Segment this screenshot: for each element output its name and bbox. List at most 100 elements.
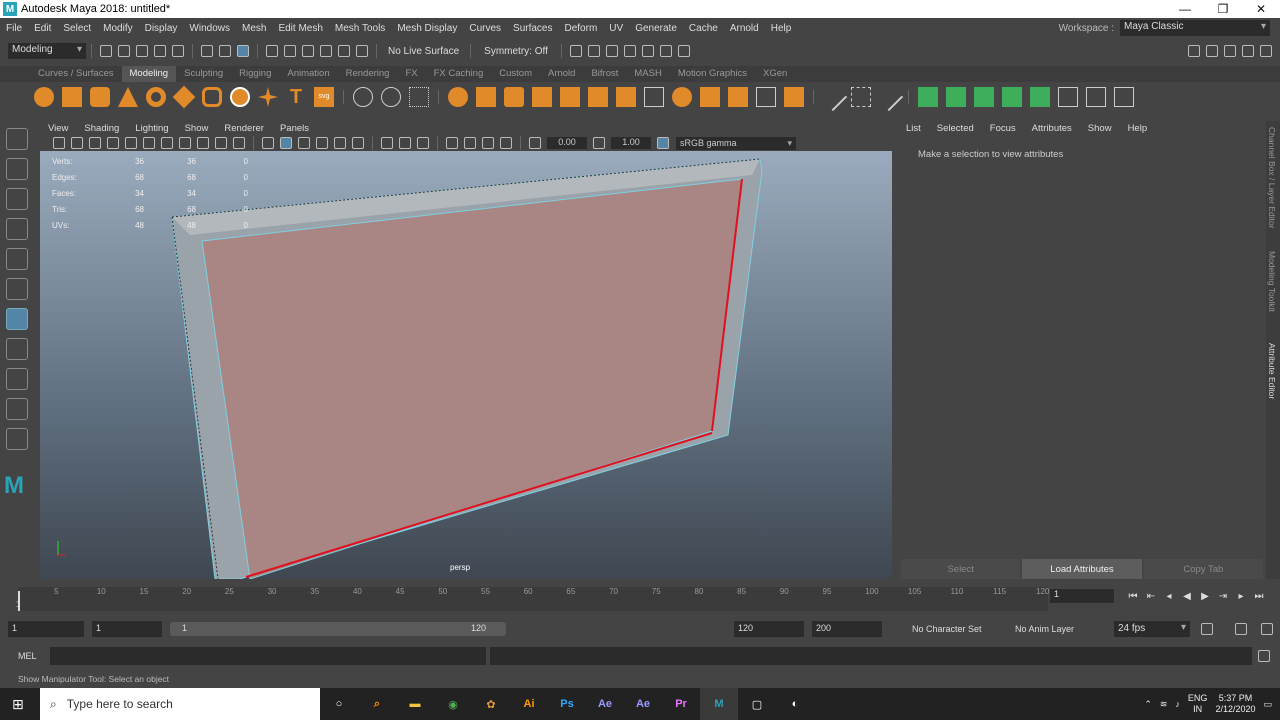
menu-mesh-tools[interactable]: Mesh Tools [329,23,391,34]
play-forward-icon[interactable]: ▶ [1196,591,1214,602]
shelf-tab-rigging[interactable]: Rigging [231,66,279,82]
symmetry-field[interactable]: Symmetry: Off [476,46,556,57]
menu-generate[interactable]: Generate [629,23,683,34]
viewport-menu-panels[interactable]: Panels [272,123,317,134]
wireframe-icon[interactable] [262,137,274,149]
extrude-icon[interactable] [560,87,580,107]
uv-sew-icon[interactable] [1114,87,1134,107]
xray-joints-icon[interactable] [482,137,494,149]
modeling-toolkit-tab[interactable]: Modeling Toolkit [1267,251,1277,312]
attr-menu-help[interactable]: Help [1120,123,1156,134]
ipr-render-icon[interactable] [605,45,618,57]
wireframe-on-shaded-icon[interactable] [298,137,310,149]
shelf-tab-fx[interactable]: FX [397,66,425,82]
menu-edit-mesh[interactable]: Edit Mesh [272,23,328,34]
after-effects-2-icon[interactable]: Ae [624,688,662,720]
edge-loop-icon[interactable] [851,87,871,107]
viewport-menu-renderer[interactable]: Renderer [216,123,272,134]
current-frame-field[interactable]: 1 [1050,589,1114,603]
reduce-icon[interactable] [756,87,776,107]
exposure-field[interactable]: 0.00 [547,137,587,149]
target-weld-icon[interactable] [818,82,848,112]
color-management-icon[interactable] [657,137,669,149]
attr-menu-list[interactable]: List [898,123,929,134]
camera-attributes-icon[interactable] [71,137,83,149]
image-plane-icon[interactable] [107,137,119,149]
type-icon[interactable]: T [286,87,306,107]
boolean-union-icon[interactable] [448,87,468,107]
anti-alias-icon[interactable] [417,137,429,149]
film-gate-icon[interactable] [143,137,155,149]
uv-automatic-icon[interactable] [1002,87,1022,107]
smooth-icon[interactable] [409,87,429,107]
menu-uv[interactable]: UV [603,23,629,34]
snap-curve-icon[interactable] [284,45,296,57]
menu-select[interactable]: Select [57,23,97,34]
attribute-editor-toggle-icon[interactable] [1224,45,1236,57]
exposure-icon[interactable] [529,137,541,149]
mirror-icon[interactable] [532,87,552,107]
search-app-icon[interactable]: ⌕ [358,688,396,720]
windows-start-icon[interactable]: ⊞ [12,696,24,713]
shelf-tab-bifrost[interactable]: Bifrost [583,66,626,82]
undo-icon[interactable] [154,45,166,57]
viewport-menu-shading[interactable]: Shading [76,123,127,134]
viewport-menu-lighting[interactable]: Lighting [127,123,176,134]
pause-icon[interactable] [677,45,690,57]
menu-file[interactable]: File [0,23,28,34]
notifications-icon[interactable]: ▭ [1263,699,1272,710]
chrome-icon[interactable]: ◉ [434,688,472,720]
textured-icon[interactable] [316,137,328,149]
menu-edit[interactable]: Edit [28,23,57,34]
open-scene-icon[interactable] [118,45,130,57]
loop-icon[interactable] [1201,623,1213,635]
multi-cut-icon[interactable] [784,87,804,107]
safe-action-icon[interactable] [215,137,227,149]
shadows-icon[interactable] [352,137,364,149]
step-back-frame-icon[interactable]: ◂ [1160,591,1178,602]
menu-surfaces[interactable]: Surfaces [507,23,558,34]
lasso-tool-icon[interactable] [6,158,28,180]
isolate-select-icon[interactable] [446,137,458,149]
playback-start-field[interactable]: 1 [92,621,162,637]
quad-draw-icon[interactable] [874,82,904,112]
preferences-icon[interactable] [1261,623,1273,635]
new-scene-icon[interactable] [100,45,112,57]
select-component-icon[interactable] [237,45,249,57]
uv-editor-icon[interactable] [1058,87,1078,107]
snap-point-icon[interactable] [302,45,314,57]
super-shape-icon[interactable] [258,87,278,107]
select-tool-icon[interactable] [6,128,28,150]
shelf-tab-sculpting[interactable]: Sculpting [176,66,231,82]
render-frame-icon[interactable] [587,45,600,57]
select-hierarchy-icon[interactable] [201,45,213,57]
start-time-field[interactable]: 1 [8,621,84,637]
script-editor-icon[interactable] [1258,650,1270,662]
render-view-icon[interactable] [569,45,582,57]
uv-cut-icon[interactable] [1086,87,1106,107]
shelf-tab-curves-surfaces[interactable]: Curves / Surfaces [30,66,122,82]
uv-spherical-icon[interactable] [974,87,994,107]
snap-view-icon[interactable] [320,45,332,57]
snap-vertex-icon[interactable] [356,45,368,57]
persp-outliner-icon[interactable] [6,398,28,420]
menu-arnold[interactable]: Arnold [724,23,765,34]
wifi-icon[interactable]: ≋ [1160,699,1168,710]
menu-set-dropdown[interactable]: Modeling [8,43,86,59]
channel-box-tab[interactable]: Channel Box / Layer Editor [1267,127,1277,229]
shelf-tab-arnold[interactable]: Arnold [540,66,583,82]
end-time-field[interactable]: 200 [812,621,882,637]
shelf-tab-mash[interactable]: MASH [626,66,669,82]
poly-cylinder-icon[interactable] [90,87,110,107]
render-settings-icon[interactable] [623,45,636,57]
go-to-start-icon[interactable]: ⏮ [1124,591,1142,602]
shelf-tab-fx-caching[interactable]: FX Caching [426,66,492,82]
last-tool-icon[interactable] [6,308,28,330]
menu-mesh-display[interactable]: Mesh Display [391,23,463,34]
hypershade-icon[interactable] [641,45,654,57]
menu-cache[interactable]: Cache [683,23,724,34]
shelf-tab-xgen[interactable]: XGen [755,66,795,82]
range-slider[interactable]: 1 120 [170,622,506,636]
menu-curves[interactable]: Curves [463,23,507,34]
shelf-tab-motion-graphics[interactable]: Motion Graphics [670,66,755,82]
